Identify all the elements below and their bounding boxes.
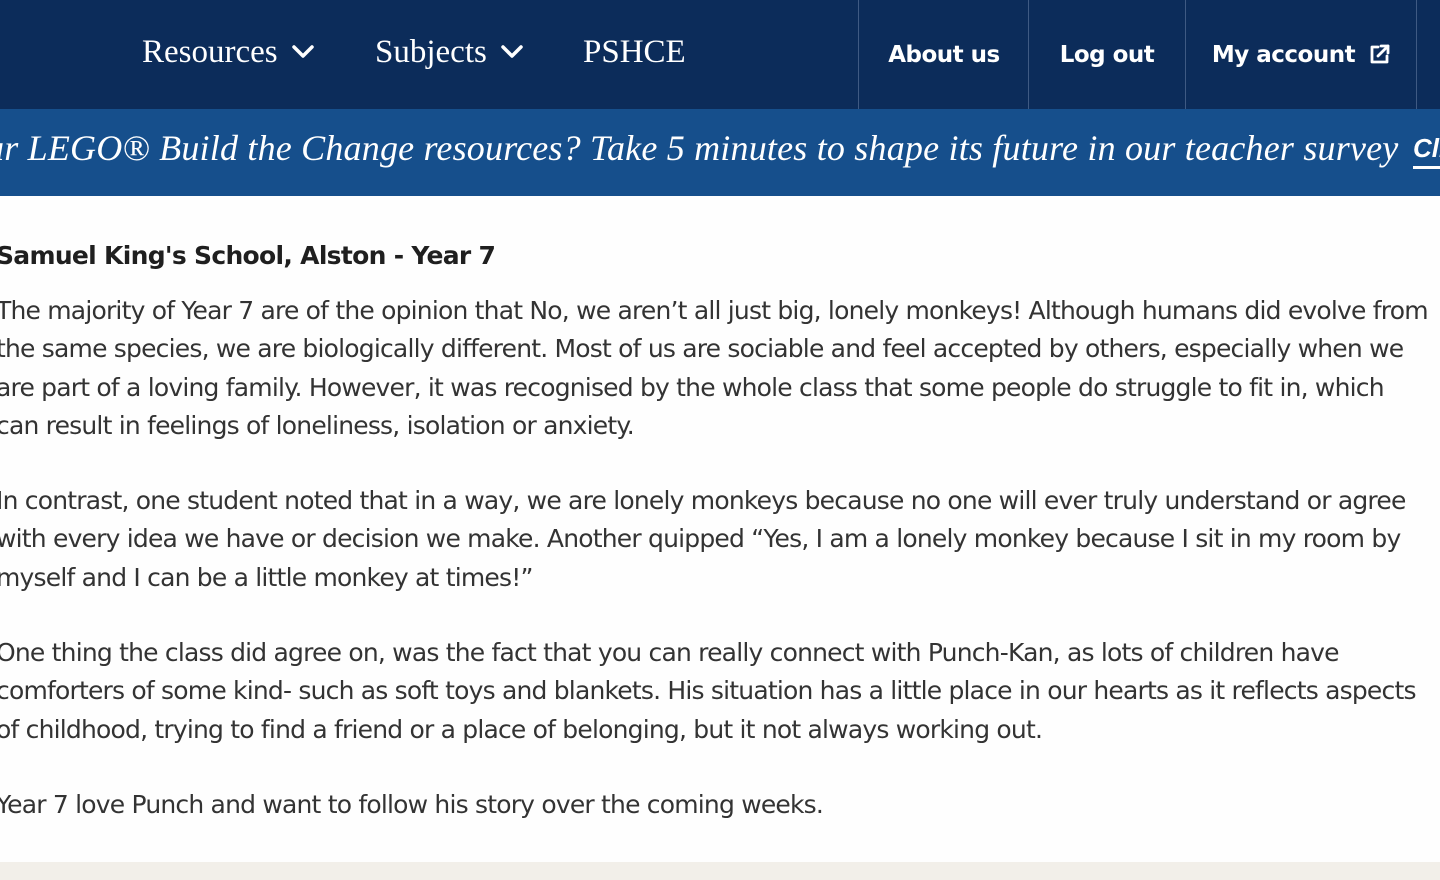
nav-subjects-label: Subjects	[375, 33, 487, 70]
footer-strip	[0, 862, 1440, 880]
chevron-down-icon	[291, 45, 314, 59]
article-paragraph: Year 7 love Punch and want to follow his…	[0, 790, 824, 819]
log-out-link[interactable]: Log out	[1028, 0, 1185, 109]
account-nav: About us Log out My account	[858, 0, 1440, 109]
nav-subjects[interactable]: Subjects	[375, 30, 523, 74]
article-paragraph: In contrast, one student noted that in a…	[0, 486, 1406, 592]
log-out-label: Log out	[1059, 41, 1155, 68]
article-paragraph: One thing the class did agree on, was th…	[0, 638, 1416, 744]
nav-divider	[1416, 0, 1417, 109]
nav-pshce[interactable]: PSHCE	[583, 30, 686, 74]
my-account-link[interactable]: My account	[1185, 0, 1416, 109]
article-paragraph: The majority of Year 7 are of the opinio…	[0, 296, 1429, 441]
my-account-label: My account	[1211, 41, 1356, 68]
nav-pshce-label: PSHCE	[583, 33, 686, 70]
article-content: Samuel King's School, Alston - Year 7 Th…	[0, 232, 1429, 819]
school-heading: Samuel King's School, Alston - Year 7	[0, 241, 496, 270]
nav-resources[interactable]: Resources	[142, 30, 314, 74]
survey-banner-link[interactable]: Cli	[1413, 133, 1440, 169]
chevron-down-icon	[501, 45, 523, 59]
nav-resources-label: Resources	[142, 33, 278, 70]
survey-banner-text: ur LEGO® Build the Change resources? Tak…	[0, 128, 1399, 168]
about-us-label: About us	[888, 41, 1000, 68]
survey-banner: ur LEGO® Build the Change resources? Tak…	[0, 109, 1440, 196]
about-us-link[interactable]: About us	[858, 0, 1029, 109]
top-navigation: Resources Subjects PSHCE About us Log ou…	[0, 0, 1440, 109]
external-link-icon	[1369, 44, 1390, 65]
